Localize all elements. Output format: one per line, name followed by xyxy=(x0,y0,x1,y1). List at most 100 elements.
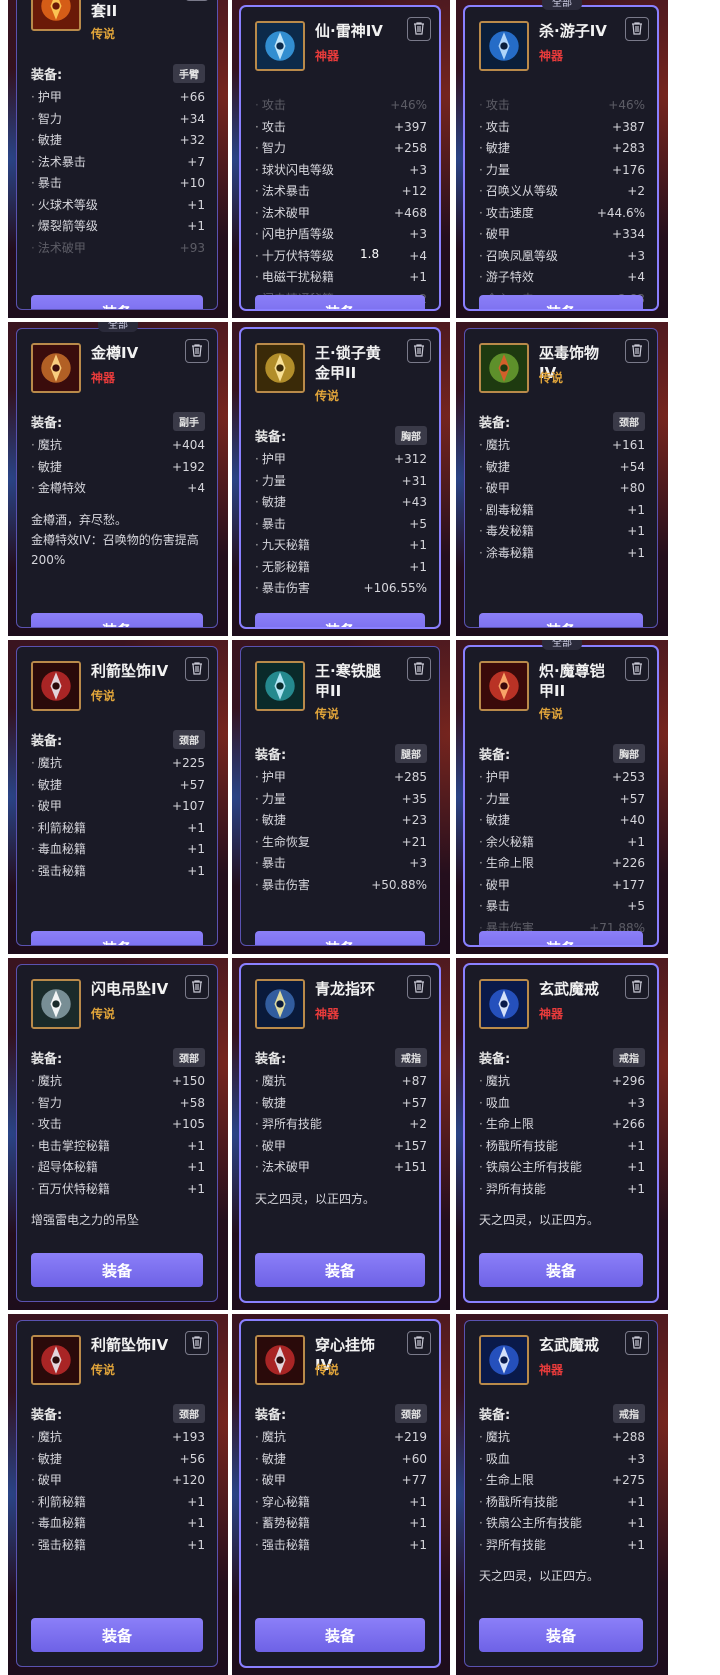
stat-row: 铁扇公主所有技能 +1 xyxy=(479,1513,645,1535)
equipment-card: 王·寒铁腿甲II 传说装备: 腿部护甲 +285 力量 +35 敏捷 +23 生命恢复 +21 暴击… xyxy=(240,646,440,946)
rarity-label: 传说 xyxy=(315,1363,340,1377)
stat-name: 破甲 xyxy=(31,1470,62,1492)
delete-button[interactable] xyxy=(625,1331,649,1355)
stat-row: 魔抗 +404 xyxy=(31,435,205,457)
delete-button[interactable] xyxy=(625,339,649,363)
screenshot-tile: 利箭坠饰IV传说装备:颈部魔抗+193敏捷+56破甲+120利箭秘籍+1毒血秘籍… xyxy=(8,1314,228,1675)
slot-badge: 戒指 xyxy=(613,1047,645,1067)
delete-button[interactable] xyxy=(407,339,431,363)
stat-row: 破甲 +157 xyxy=(255,1136,427,1158)
stat-list: 魔抗 +150 智力 +58 攻击 +105 电击掌控秘籍 +1 超导体秘籍 +1 百万伏特秘籍 +1 xyxy=(17,1067,217,1200)
iron-greaves-icon xyxy=(255,661,305,711)
stat-name: 强击秘籍 xyxy=(31,861,86,883)
delete-button[interactable] xyxy=(185,657,209,681)
stat-value: +177 xyxy=(612,877,645,892)
delete-button[interactable] xyxy=(407,975,431,999)
equip-label: 装备: xyxy=(479,1051,511,1067)
delete-button[interactable] xyxy=(185,1331,209,1355)
equip-button[interactable]: 装备 xyxy=(479,1618,643,1652)
equipment-card: 仙·雷神IV 神器攻击 +46% 攻击 +397 智力 +258 球状闪电等级 +3 法术暴击 +1… xyxy=(240,6,440,310)
delete-button[interactable] xyxy=(625,657,649,681)
stat-value: +66 xyxy=(179,90,205,104)
stat-name: 电击掌控秘籍 xyxy=(31,1136,110,1158)
equip-button[interactable]: 装备 xyxy=(479,1253,643,1287)
stat-value: +1 xyxy=(409,1537,427,1552)
equip-button[interactable]: 装备 xyxy=(31,295,203,309)
equipment-card: 闪电吊坠IV传说装备:颈部魔抗+150智力+58攻击+105电击掌控秘籍+1超导… xyxy=(16,964,218,1302)
item-name: 闪电吊坠IV xyxy=(91,980,169,998)
stat-value: +1 xyxy=(627,524,645,538)
equipment-card: 王·锁子黄金甲II 传说装备: 胸部护甲 +312 力量 +31 敏捷 +43 暴击 +5 九天秘籍… xyxy=(240,328,440,628)
stat-name: 护甲 xyxy=(255,449,286,471)
stat-value: +5 xyxy=(409,516,427,531)
stat-row: 召唤凤凰等级 +3 xyxy=(479,246,645,268)
rarity-label: 传说 xyxy=(91,27,116,41)
stat-row: 十万伏特等级 +4 xyxy=(255,246,427,268)
stat-row: 球状闪电等级 +3 xyxy=(255,160,427,182)
equip-button[interactable]: 装备 xyxy=(31,931,203,945)
stat-value: +1 xyxy=(187,1537,205,1552)
equip-button[interactable]: 装备 xyxy=(31,1618,203,1652)
delete-button[interactable] xyxy=(407,657,431,681)
equip-button[interactable]: 装备 xyxy=(31,1253,203,1287)
stat-name: 十万伏特等级 xyxy=(255,246,334,268)
equip-button[interactable]: 装备 xyxy=(255,931,425,945)
demon-armor-icon xyxy=(479,661,529,711)
equip-button[interactable]: 装备 xyxy=(479,295,643,309)
trash-icon xyxy=(630,660,644,679)
stat-name: 魔抗 xyxy=(479,435,510,457)
rarity-label: 传说 xyxy=(315,707,340,721)
stat-row: 暴击 +3 xyxy=(255,853,427,875)
delete-button[interactable] xyxy=(185,975,209,999)
stat-name: 破甲 xyxy=(255,1136,286,1158)
stat-value: +1 xyxy=(187,1494,205,1509)
stat-name: 召唤义从等级 xyxy=(479,181,558,203)
trash-icon xyxy=(190,660,204,679)
delete-button[interactable] xyxy=(625,17,649,41)
delete-button[interactable] xyxy=(407,17,431,41)
trash-icon xyxy=(630,1334,644,1353)
stat-value: +397 xyxy=(394,119,427,134)
equip-button[interactable]: 装备 xyxy=(479,931,643,945)
stat-value: +23 xyxy=(401,813,427,827)
equip-button[interactable]: 装备 xyxy=(255,295,425,309)
equipment-card: 玄武魔戒神器装备:戒指魔抗+288吸血+3生命上限+275杨戬所有技能+1铁扇公… xyxy=(464,1320,658,1667)
delete-button[interactable] xyxy=(625,975,649,999)
equip-label: 装备: xyxy=(31,1051,63,1067)
equip-slot-row: 装备: 颈部 xyxy=(465,411,657,431)
stat-row: 敏捷 +283 xyxy=(479,138,645,160)
stat-name: 魔抗 xyxy=(31,1071,62,1093)
delete-button[interactable] xyxy=(407,1331,431,1355)
filter-tab[interactable]: 全部 xyxy=(98,322,138,332)
stat-value: +296 xyxy=(612,1074,645,1088)
trash-icon xyxy=(412,342,426,361)
stat-name: 暴击 xyxy=(255,853,286,875)
equipment-card: 杀·游子IV 神器攻击 +46% 攻击 +387 敏捷 +283 力量 +176 召唤义从等级 +2… xyxy=(464,6,658,310)
equip-button[interactable]: 装备 xyxy=(255,1618,425,1652)
arrow-pendant-icon xyxy=(31,661,81,711)
delete-button[interactable] xyxy=(185,339,209,363)
item-name: 利箭坠饰IV xyxy=(91,1336,169,1354)
stat-value: +161 xyxy=(612,438,645,452)
filter-tab[interactable]: 全部 xyxy=(542,640,582,650)
stat-name: 敏捷 xyxy=(255,810,286,832)
stat-name: 魔抗 xyxy=(479,1071,510,1093)
equip-button[interactable]: 装备 xyxy=(31,613,203,627)
equip-button[interactable]: 装备 xyxy=(255,1253,425,1287)
delete-button[interactable] xyxy=(185,0,209,1)
stat-list: 护甲 +66 智力 +34 敏捷 +32 法术暴击 +7 暴击 +10 火球术等级 +1 爆裂箭等级 +1… xyxy=(17,83,217,259)
stat-row: 穿心秘籍 +1 xyxy=(255,1492,427,1514)
equip-button[interactable]: 装备 xyxy=(479,613,643,627)
stat-row: 杨戬所有技能 +1 xyxy=(479,1136,645,1158)
stat-name: 破甲 xyxy=(31,796,62,818)
stat-name: 吸血 xyxy=(479,1093,510,1115)
stat-value: +266 xyxy=(612,1117,645,1131)
stat-row: 智力 +258 xyxy=(255,138,427,160)
stat-value: +226 xyxy=(612,856,645,870)
item-description: 天之四灵，以正四方。 xyxy=(479,1569,600,1583)
screenshot-tile: 闪电吊坠IV传说装备:颈部魔抗+150智力+58攻击+105电击掌控秘籍+1超导… xyxy=(8,958,228,1310)
rarity-label: 传说 xyxy=(315,389,340,403)
equip-button[interactable]: 装备 xyxy=(255,613,425,627)
stat-value: +192 xyxy=(172,459,205,474)
filter-tab[interactable]: 全部 xyxy=(542,0,582,10)
